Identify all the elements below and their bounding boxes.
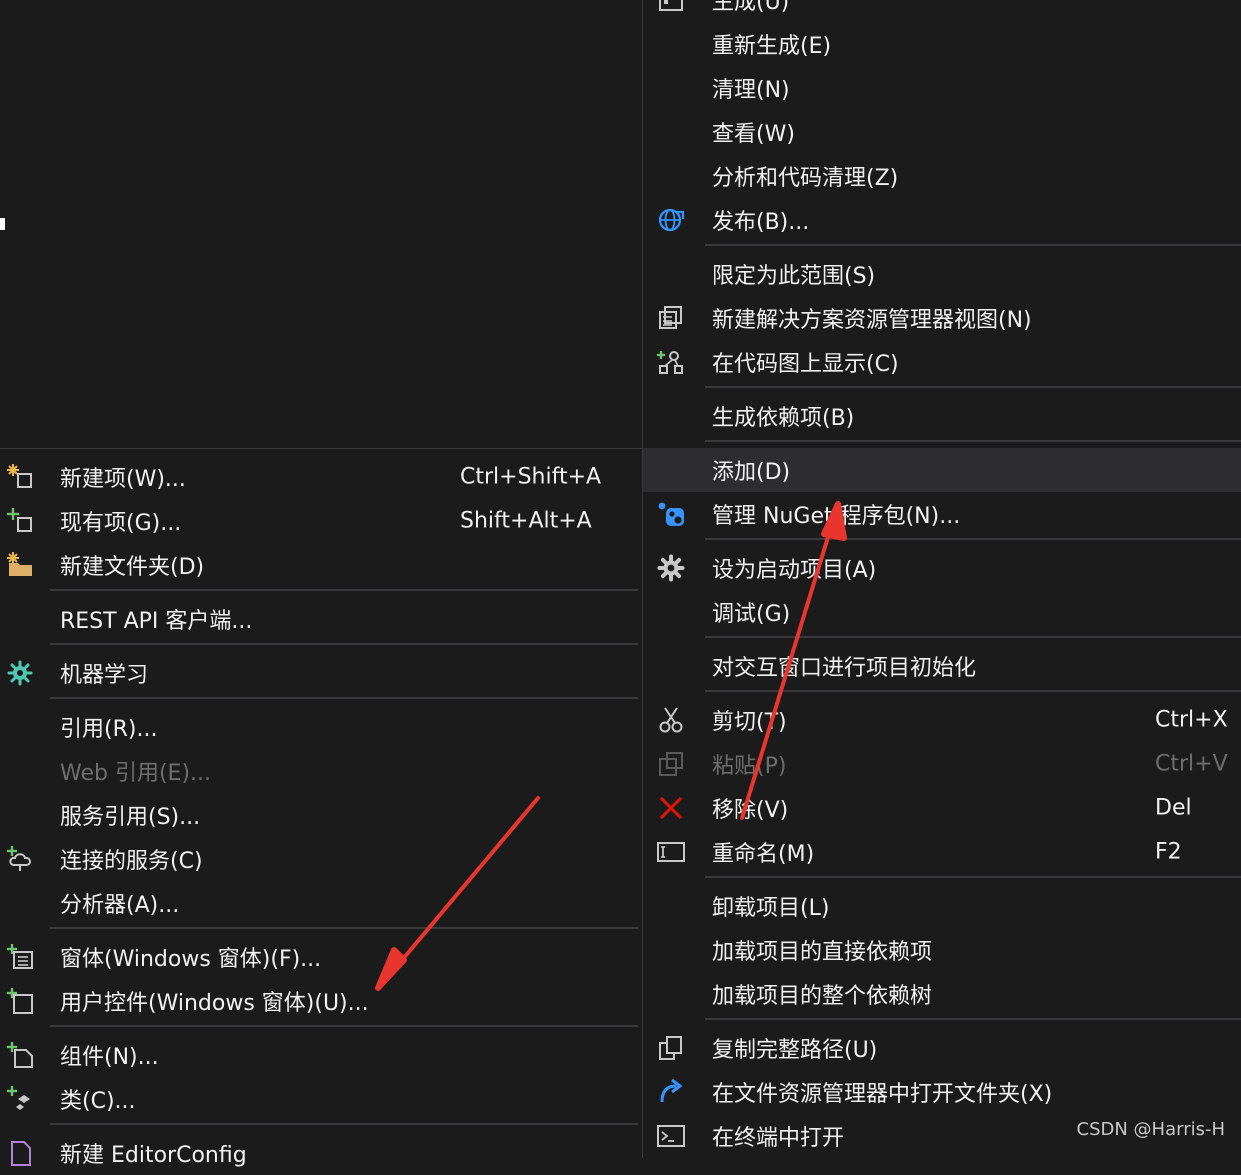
annotation-arrows [375,501,847,991]
annotation-arrow-add [740,501,847,820]
watermark: CSDN @Harris-H [1076,1119,1226,1140]
annotation-arrow-user-control [375,796,540,991]
